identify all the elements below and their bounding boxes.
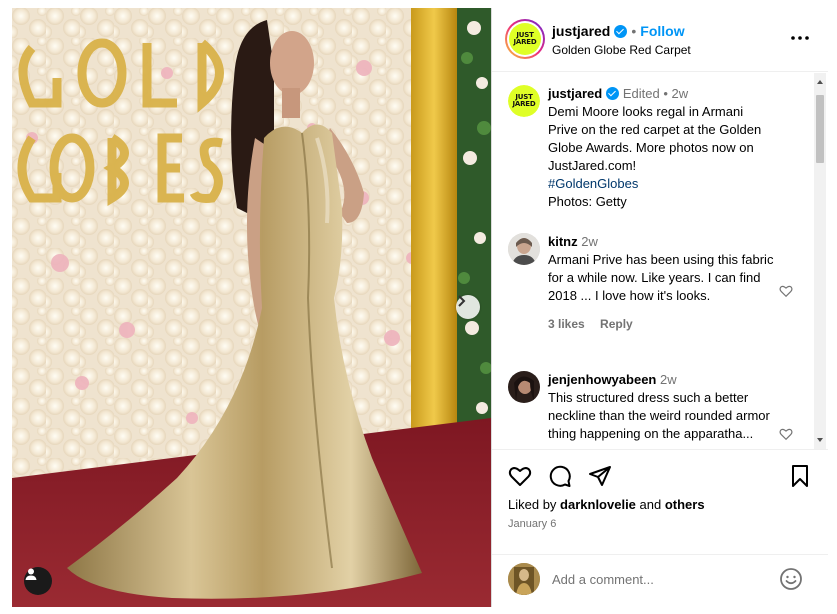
comment-actions: 3 likes Reply xyxy=(548,315,776,333)
commenter-avatar[interactable] xyxy=(508,371,540,403)
commenter-photo xyxy=(508,371,540,403)
paper-plane-icon[interactable] xyxy=(588,464,612,488)
user-icon xyxy=(25,568,37,580)
follow-button[interactable]: Follow xyxy=(640,23,684,39)
comments-list[interactable]: JUST JARED justjared Edited • 2w Demi Mo… xyxy=(492,73,828,449)
verified-icon xyxy=(614,25,628,38)
commenter-username[interactable]: kitnz xyxy=(548,234,578,249)
reply-button[interactable]: Reply xyxy=(600,317,633,331)
commenter-photo xyxy=(508,233,540,265)
comment-body: jenjenhowyabeen 2w This structured dress… xyxy=(548,371,776,443)
caption-body: justjared Edited • 2w Demi Moore looks r… xyxy=(548,85,776,211)
justjared-logo-small: JUST JARED xyxy=(508,85,540,117)
next-photo-button[interactable] xyxy=(456,295,480,319)
heart-icon[interactable] xyxy=(508,464,532,488)
comment-likes-count[interactable]: 3 likes xyxy=(548,317,585,331)
instagram-post-window: JUST JARED justjared • Follow Golden Globe… xyxy=(0,0,837,614)
comment-text: This structured dress such a better neck… xyxy=(548,390,770,441)
comment-text: Armani Prive has been using this fabric … xyxy=(548,252,774,303)
post-image-illustration xyxy=(12,8,491,607)
caption-age[interactable]: 2w xyxy=(672,86,689,101)
comment-body: kitnz 2w Armani Prive has been using thi… xyxy=(548,233,776,333)
author-avatar[interactable]: JUST JARED xyxy=(505,19,545,59)
like-comment-heart-icon[interactable] xyxy=(779,427,793,441)
bookmark-icon[interactable] xyxy=(788,464,812,488)
current-user-photo xyxy=(508,563,540,595)
author-username[interactable]: justjared xyxy=(552,23,610,39)
scroll-down-icon[interactable] xyxy=(817,437,823,443)
post-location[interactable]: Golden Globe Red Carpet xyxy=(552,43,691,57)
comment-input[interactable] xyxy=(552,565,772,593)
likes-prefix: Liked by xyxy=(508,497,561,512)
hashtag-link[interactable]: #GoldenGlobes xyxy=(548,175,776,193)
caption-author-avatar[interactable]: JUST JARED xyxy=(508,85,540,117)
like-comment-heart-icon[interactable] xyxy=(779,284,793,298)
post-date[interactable]: January 6 xyxy=(508,518,556,530)
likes-and: and xyxy=(635,497,665,512)
chevron-right-icon xyxy=(458,295,466,307)
more-horizontal-icon xyxy=(791,36,809,40)
post-action-bar xyxy=(492,449,828,489)
commenter-avatar[interactable] xyxy=(508,233,540,265)
tagged-users-button[interactable] xyxy=(24,567,52,595)
comment-bubble-icon[interactable] xyxy=(548,464,572,488)
likes-others-link[interactable]: others xyxy=(665,497,705,512)
caption-text: Demi Moore looks regal in Armani Prive o… xyxy=(548,104,762,173)
comment-age[interactable]: 2w xyxy=(660,372,677,387)
scroll-up-icon[interactable] xyxy=(817,79,823,85)
separator-dot: • xyxy=(663,86,668,101)
separator-dot: • xyxy=(631,23,637,39)
scrollbar-thumb[interactable] xyxy=(816,95,824,163)
smiley-icon[interactable] xyxy=(779,567,803,591)
add-comment-bar xyxy=(492,554,828,607)
liked-by-user[interactable]: darknlovelie xyxy=(560,497,636,512)
verified-icon xyxy=(606,87,620,100)
comments-scrollbar[interactable] xyxy=(814,73,826,449)
justjared-logo: JUST JARED xyxy=(509,23,541,55)
likes-summary: Liked by darknlovelie and others xyxy=(508,497,705,512)
caption-username[interactable]: justjared xyxy=(548,86,602,101)
post-photo[interactable] xyxy=(12,8,491,607)
comment-age[interactable]: 2w xyxy=(581,234,598,249)
edited-label: Edited xyxy=(622,86,660,101)
author-line: justjared • Follow xyxy=(552,23,685,39)
commenter-username[interactable]: jenjenhowyabeen xyxy=(548,372,656,387)
photo-credit: Photos: Getty xyxy=(548,194,627,209)
current-user-avatar xyxy=(508,563,540,595)
more-options-button[interactable] xyxy=(788,30,812,46)
post-side-panel: JUST JARED justjared • Follow Golden Globe… xyxy=(491,8,828,607)
post-header: JUST JARED justjared • Follow Golden Globe… xyxy=(492,8,828,72)
